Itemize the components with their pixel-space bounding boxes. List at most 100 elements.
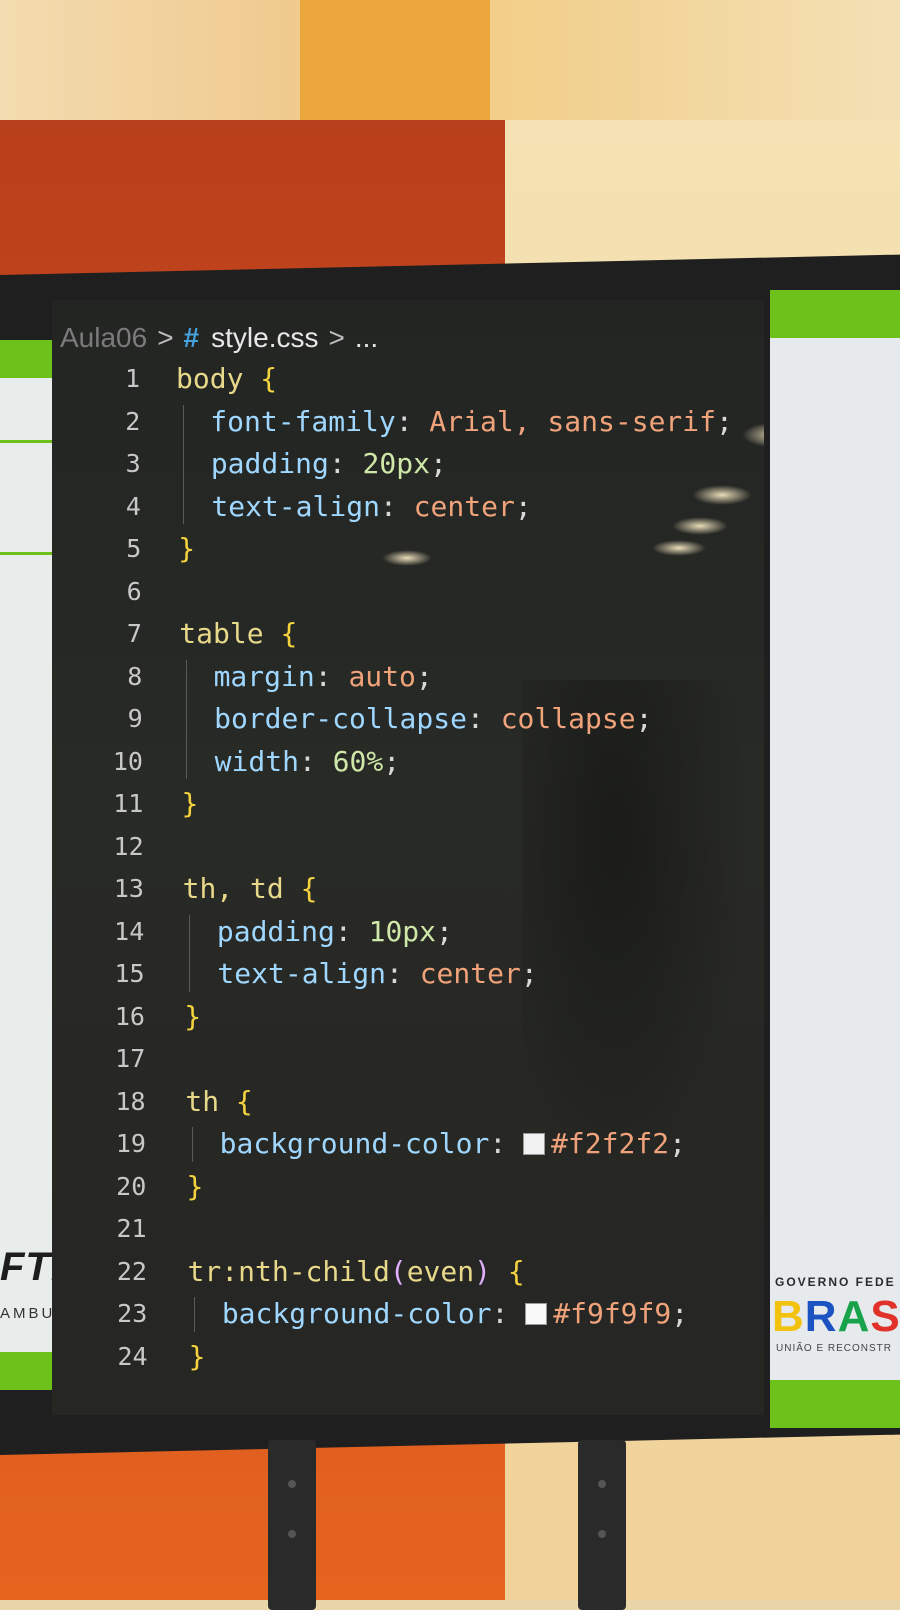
code-line[interactable]: 1 body { <box>52 358 764 400</box>
code-line[interactable]: 2 font-family: Arial, sans-serif; <box>52 401 764 443</box>
breadcrumb-symbols[interactable]: ... <box>355 322 378 353</box>
code-line[interactable]: 8 margin: auto; <box>52 656 764 698</box>
line-number: 8 <box>127 661 143 691</box>
code-token: : <box>491 1297 526 1330</box>
code-token: ; <box>716 404 733 438</box>
code-text: text-align: center; <box>178 486 531 528</box>
line-number: 24 <box>117 1341 148 1371</box>
code-line[interactable]: 11} <box>52 783 764 825</box>
code-line[interactable]: 13 th, td { <box>52 868 764 910</box>
code-token: text-align <box>217 957 386 990</box>
code-text: } <box>182 783 199 825</box>
code-text: th, td { <box>183 868 318 910</box>
code-token: ; <box>436 914 453 948</box>
code-token: : <box>298 744 333 778</box>
code-token: : <box>334 914 369 948</box>
code-text: th { <box>185 1081 252 1123</box>
code-text: tr:nth-child(even) { <box>188 1251 525 1293</box>
code-token: text-align <box>211 489 380 523</box>
code-token: auto <box>348 659 416 693</box>
line-number: 12 <box>113 831 144 861</box>
code-token: font-family <box>210 404 396 438</box>
code-token: : <box>379 489 414 523</box>
gov-title: GOVERNO FEDE <box>775 1275 896 1289</box>
code-text: text-align: center; <box>184 953 538 995</box>
code-token: ; <box>669 1127 686 1160</box>
line-number: 1 <box>124 364 140 393</box>
code-line[interactable]: 20} <box>52 1166 764 1208</box>
code-token: even <box>406 1254 475 1288</box>
code-token: ; <box>520 957 538 990</box>
code-token: #f9f9f9 <box>553 1297 672 1330</box>
code-line[interactable]: 18 th { <box>52 1081 764 1123</box>
code-line[interactable]: 4 text-align: center; <box>52 486 764 528</box>
code-token: } <box>178 532 196 565</box>
line-number: 20 <box>116 1171 147 1201</box>
line-number: 22 <box>116 1256 147 1286</box>
code-token: tr <box>187 1254 222 1288</box>
code-token: : <box>385 957 420 990</box>
code-line[interactable]: 16} <box>52 996 764 1038</box>
line-number: 21 <box>116 1214 147 1243</box>
code-token: } <box>181 787 199 820</box>
code-token: } <box>184 999 202 1033</box>
code-line[interactable]: 7 table { <box>52 613 764 655</box>
breadcrumb-folder[interactable]: Aula06 <box>60 322 147 353</box>
breadcrumb-file[interactable]: style.css <box>211 322 318 353</box>
code-line[interactable]: 15 text-align: center; <box>52 953 764 995</box>
code-text: } <box>186 1166 203 1208</box>
code-text: } <box>189 1336 206 1378</box>
code-line[interactable]: 9 border-collapse: collapse; <box>52 698 764 740</box>
brand-letter: B <box>772 1292 805 1341</box>
chevron-right-icon: > <box>157 322 174 353</box>
code-text: table { <box>179 613 297 655</box>
code-line[interactable]: 24} <box>52 1336 764 1378</box>
code-text: } <box>178 528 195 570</box>
code-token: ; <box>415 659 433 693</box>
code-text: background-color: #f9f9f9; <box>188 1293 688 1335</box>
code-token: : <box>328 447 363 480</box>
code-token: margin <box>213 659 315 693</box>
line-number: 7 <box>126 619 142 648</box>
code-token: : <box>314 659 349 693</box>
code-token: border-collapse <box>214 702 467 735</box>
code-token: ; <box>383 744 401 778</box>
code-text: font-family: Arial, sans-serif; <box>177 401 733 443</box>
code-text: border-collapse: collapse; <box>180 698 652 740</box>
line-number: 17 <box>115 1044 146 1073</box>
code-token: ; <box>635 702 653 735</box>
code-line[interactable]: 12 <box>52 826 764 868</box>
gov-subtitle: UNIÃO E RECONSTR <box>776 1343 893 1354</box>
code-token: ; <box>671 1297 689 1330</box>
code-line[interactable]: 3 padding: 20px; <box>52 443 764 485</box>
color-swatch[interactable] <box>523 1133 546 1155</box>
code-token: padding <box>210 447 329 480</box>
line-number: 16 <box>114 1001 145 1031</box>
line-number: 19 <box>115 1129 146 1158</box>
code-line[interactable]: 10 width: 60%; <box>52 741 764 783</box>
code-line[interactable]: 23 background-color: #f9f9f9; <box>52 1293 764 1335</box>
code-token: background-color <box>219 1127 490 1160</box>
code-token: :nth-child <box>221 1254 390 1288</box>
code-line[interactable]: 6 <box>52 571 764 613</box>
code-line[interactable]: 22 tr:nth-child(even) { <box>52 1251 764 1293</box>
line-number: 10 <box>112 746 143 776</box>
code-text: width: 60%; <box>181 741 400 783</box>
code-line[interactable]: 17 <box>52 1038 764 1080</box>
color-swatch[interactable] <box>525 1303 548 1325</box>
code-token: { <box>280 617 298 650</box>
line-number: 11 <box>113 789 144 818</box>
code-token: { <box>235 1084 253 1118</box>
code-token: } <box>186 1169 204 1203</box>
css-file-icon: # <box>183 322 200 353</box>
code-line[interactable]: 21 <box>52 1208 764 1250</box>
code-editor[interactable]: Aula06 > # style.css >... 1 body {2 font-fami… <box>52 300 764 1415</box>
chevron-right-icon: > <box>328 322 345 353</box>
code-line[interactable]: 14 padding: 10px; <box>52 911 764 953</box>
code-line[interactable]: 19 background-color: #f2f2f2; <box>52 1123 764 1165</box>
indent-guide <box>194 1297 196 1332</box>
indent-guide <box>182 404 184 524</box>
code-token: center <box>413 489 515 523</box>
indent-guide <box>185 659 187 779</box>
code-line[interactable]: 5} <box>52 528 764 570</box>
